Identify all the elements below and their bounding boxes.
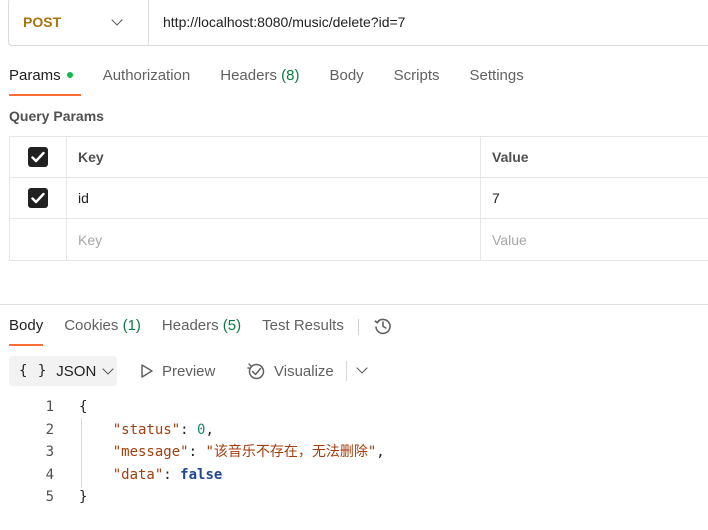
select-all-cell — [10, 137, 67, 177]
tab-test-results[interactable]: Test Results — [262, 317, 344, 346]
json-entry: "message": "该音乐不存在，无法删除", — [112, 444, 385, 460]
method-select[interactable]: POST — [9, 0, 149, 45]
json-comma: , — [205, 421, 214, 438]
request-tabs: Params Authorization Headers (8) Body Sc… — [9, 66, 554, 96]
cookies-count: (1) — [122, 317, 141, 334]
json-key: "status" — [112, 421, 181, 438]
json-key: "data" — [112, 466, 164, 483]
response-format-select[interactable]: { } JSON — [9, 356, 117, 386]
table-header-row: Key Value — [10, 137, 708, 178]
toolbar-separator — [346, 361, 347, 381]
tab-response-headers-label: Headers — [161, 317, 219, 334]
chevron-down-icon — [102, 363, 114, 375]
visualize-label: Visualize — [274, 362, 334, 380]
new-key-field[interactable]: Key — [67, 219, 481, 260]
code-line: 2 "status": 0, — [0, 419, 385, 442]
check-icon — [31, 192, 45, 204]
code-line: 3 "message": "该音乐不存在，无法删除", — [0, 441, 385, 464]
tab-body-label: Body — [329, 67, 364, 84]
visualize-options-dropdown[interactable] — [355, 362, 369, 377]
method-label: POST — [23, 14, 62, 30]
response-format-label: JSON — [56, 362, 97, 380]
check-icon — [31, 151, 45, 163]
response-tabs: Body Cookies (1) Headers (5) Test Result… — [9, 317, 393, 346]
tab-cookies-label: Cookies — [64, 317, 119, 334]
table-row: id 7 — [10, 178, 708, 219]
tab-response-body[interactable]: Body — [9, 317, 44, 346]
json-comma: , — [376, 444, 385, 460]
select-all-checkbox[interactable] — [28, 147, 48, 167]
json-value-string: "该音乐不存在，无法删除" — [205, 444, 377, 460]
tab-body[interactable]: Body — [329, 66, 363, 96]
preview-button[interactable]: Preview — [140, 356, 215, 386]
tab-settings[interactable]: Settings — [470, 66, 524, 96]
row-check-cell — [10, 178, 67, 218]
tab-params-label: Params — [9, 67, 61, 84]
tab-scripts[interactable]: Scripts — [394, 66, 440, 96]
query-params-title: Query Params — [9, 108, 104, 124]
tab-test-results-label: Test Results — [262, 317, 344, 334]
column-header-value: Value — [492, 149, 529, 165]
json-entry: "status": 0, — [112, 421, 214, 438]
code-line: 5 } — [0, 486, 385, 509]
json-value-boolean: false — [180, 466, 223, 483]
tab-cookies[interactable]: Cookies (1) — [64, 317, 141, 346]
visualize-icon — [247, 363, 265, 380]
tab-separator — [357, 319, 359, 335]
tab-response-body-label: Body — [9, 317, 44, 334]
response-headers-count: (5) — [222, 317, 242, 334]
param-key-field[interactable]: id — [67, 178, 481, 218]
code-line: 4 "data": false — [0, 464, 385, 487]
tab-params[interactable]: Params — [9, 66, 81, 96]
close-brace: } — [79, 489, 88, 505]
chevron-down-icon — [356, 362, 368, 374]
json-key: "message" — [112, 444, 189, 460]
code-line: 1 { — [0, 396, 385, 419]
params-active-dot — [66, 71, 73, 78]
tab-headers[interactable]: Headers (8) — [220, 66, 299, 96]
response-body-code[interactable]: 1 { 2 "status": 0, 3 "message": "该音乐不存在，… — [0, 396, 385, 509]
chevron-down-icon — [111, 14, 123, 26]
json-entry: "data": false — [112, 466, 223, 483]
column-header-key: Key — [67, 137, 481, 177]
query-params-table: Key Value id 7 Key Value — [9, 136, 708, 261]
tab-headers-label: Headers — [220, 67, 277, 84]
param-enabled-checkbox[interactable] — [28, 188, 48, 208]
line-number: 5 — [45, 489, 54, 505]
new-value-field[interactable]: Value — [481, 219, 708, 260]
history-icon[interactable] — [373, 316, 393, 339]
open-brace: { — [79, 399, 88, 415]
visualize-button[interactable]: Visualize — [246, 356, 334, 386]
line-number: 4 — [45, 466, 54, 483]
headers-count: (8) — [281, 67, 300, 84]
request-url-bar: POST — [8, 0, 708, 46]
pane-divider[interactable] — [0, 304, 708, 305]
empty-check-cell — [10, 219, 67, 260]
table-row-new: Key Value — [10, 219, 708, 260]
tab-authorization[interactable]: Authorization — [103, 66, 191, 96]
line-number: 1 — [45, 399, 54, 415]
line-number: 3 — [45, 444, 54, 460]
param-value-field[interactable]: 7 — [481, 178, 708, 218]
url-input[interactable] — [163, 14, 683, 30]
play-icon — [141, 364, 153, 378]
preview-label: Preview — [162, 362, 216, 380]
json-braces-icon: { } — [19, 363, 48, 379]
line-number: 2 — [45, 421, 54, 438]
tab-scripts-label: Scripts — [393, 67, 440, 84]
tab-response-headers[interactable]: Headers (5) — [162, 317, 241, 346]
tab-settings-label: Settings — [469, 67, 524, 84]
tab-authorization-label: Authorization — [102, 67, 191, 84]
